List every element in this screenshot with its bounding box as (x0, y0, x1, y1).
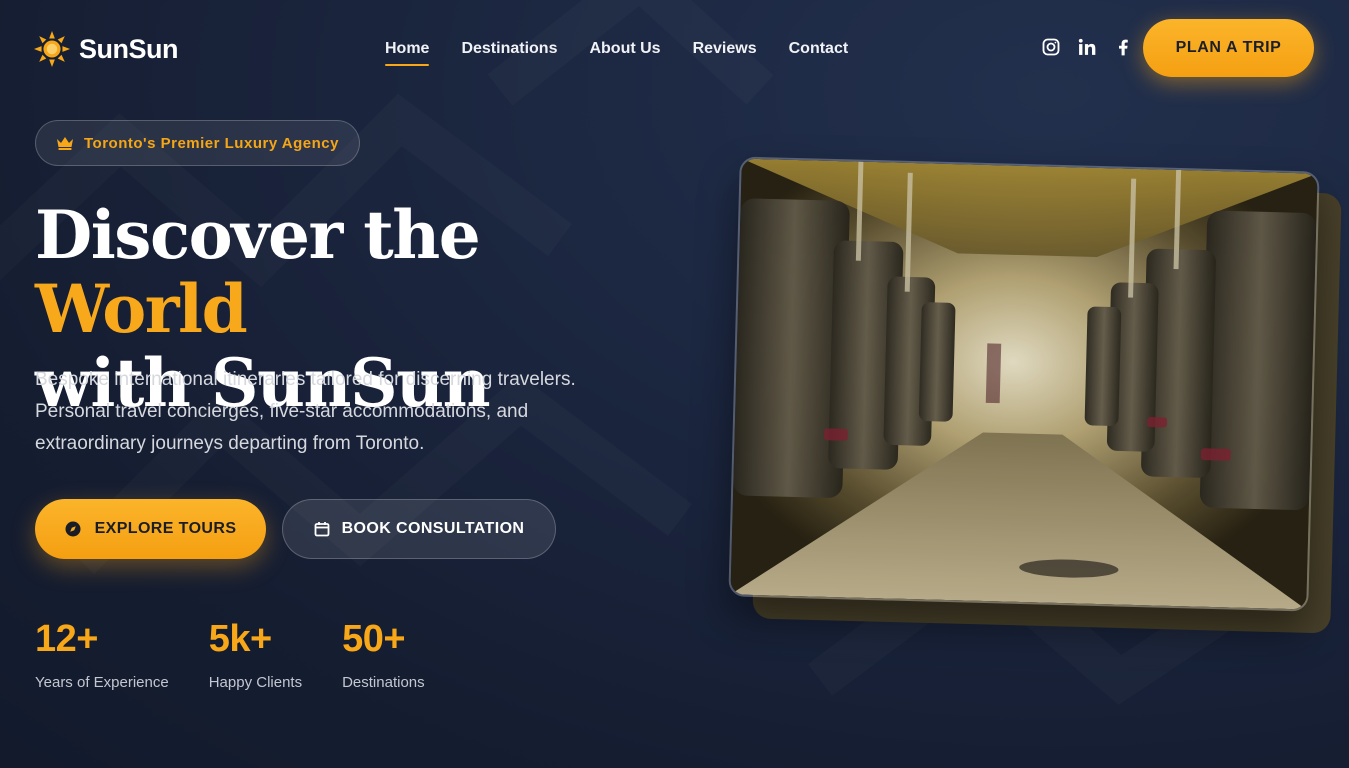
nav-reviews[interactable]: Reviews (693, 40, 757, 66)
facebook-icon[interactable] (1112, 36, 1134, 58)
agency-badge: Toronto's Premier Luxury Agency (35, 120, 360, 166)
main-menu: Home Destinations About Us Reviews Conta… (385, 40, 848, 66)
stat-clients: 5k+ Happy Clients (209, 618, 302, 691)
nav-home[interactable]: Home (385, 40, 430, 66)
stat-label: Happy Clients (208, 674, 303, 691)
book-consultation-button[interactable]: BOOK CONSULTATION (282, 499, 556, 559)
linkedin-icon[interactable] (1076, 36, 1098, 58)
hero-description: Bespoke international itineraries tailor… (35, 369, 576, 454)
book-consultation-label: BOOK CONSULTATION (341, 520, 525, 537)
brand-name: SunSun (79, 33, 179, 64)
train-interior-photo (728, 156, 1320, 612)
stat-label: Years of Experience (35, 674, 169, 691)
headline-part-1: Discover the (35, 196, 481, 274)
hero-image-container (724, 156, 1344, 634)
explore-tours-label: EXPLORE TOURS (94, 520, 237, 537)
social-links (1040, 36, 1134, 58)
stat-value: 5k+ (208, 618, 272, 660)
explore-tours-button[interactable]: EXPLORE TOURS (35, 499, 266, 559)
instagram-icon[interactable] (1040, 36, 1062, 58)
sun-icon (33, 30, 71, 68)
nav-destinations[interactable]: Destinations (461, 40, 557, 66)
nav-contact[interactable]: Contact (789, 40, 849, 66)
stats-row: 12+ Years of Experience 5k+ Happy Client… (35, 618, 465, 691)
stat-destinations: 50+ Destinations (342, 618, 425, 691)
compass-icon (65, 521, 81, 537)
brand-logo[interactable]: SunSun (33, 30, 179, 68)
headline-accent: World (35, 270, 248, 348)
calendar-icon (314, 521, 330, 537)
stat-label: Destinations (342, 674, 425, 691)
plan-a-trip-button[interactable]: PLAN A TRIP (1143, 19, 1314, 77)
stat-value: 50+ (342, 618, 406, 660)
crown-icon (56, 136, 74, 150)
badge-text: Toronto's Premier Luxury Agency (84, 134, 339, 152)
stat-value: 12+ (35, 618, 98, 660)
nav-about-us[interactable]: About Us (589, 40, 660, 66)
stat-experience: 12+ Years of Experience (35, 618, 169, 691)
top-navigation: SunSun Home Destinations About Us Review… (0, 0, 1349, 100)
